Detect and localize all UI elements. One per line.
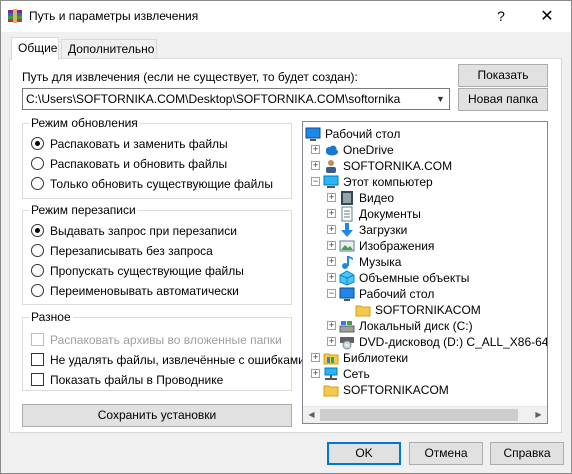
tree-node-label: Локальный диск (C:) bbox=[359, 319, 473, 333]
tree-node-label: SOFTORNIKACOM bbox=[375, 303, 481, 317]
user-icon bbox=[326, 160, 336, 173]
expand-icon[interactable]: + bbox=[311, 161, 320, 170]
radio-button[interactable] bbox=[31, 137, 44, 150]
documents-folder-icon bbox=[341, 206, 353, 222]
general-tab-panel: Путь для извлечения (если не существует,… bbox=[9, 58, 562, 433]
collapse-icon[interactable]: − bbox=[327, 289, 336, 298]
option-label: Показать файлы в Проводнике bbox=[50, 373, 224, 387]
option-label: Переименовывать автоматически bbox=[50, 284, 239, 298]
collapse-icon[interactable]: − bbox=[311, 177, 320, 186]
extraction-dialog: Путь и параметры извлечения ? ✕ Общие До… bbox=[0, 0, 572, 474]
scroll-left-icon[interactable]: ◀ bbox=[303, 407, 320, 423]
destination-path-label: Путь для извлечения (если не существует,… bbox=[22, 70, 358, 84]
winrar-app-icon bbox=[8, 9, 22, 23]
tree-node-label: DVD-дисковод (D:) C_ALL_X86-64FRI bbox=[359, 335, 548, 349]
misc-title: Разное bbox=[29, 310, 73, 324]
overwrite-mode-group: Режим перезаписи Выдавать запрос при пер… bbox=[22, 203, 292, 305]
folder-tree[interactable]: Рабочий стол + OneDrive + SOFTORNIKA.COM… bbox=[302, 121, 548, 424]
option-label: Перезаписывать без запроса bbox=[50, 244, 213, 258]
desktop-folder-icon bbox=[339, 287, 355, 301]
radio-button[interactable] bbox=[31, 284, 44, 297]
expand-icon[interactable]: + bbox=[327, 225, 336, 234]
expand-icon[interactable]: + bbox=[327, 337, 336, 346]
tree-node-label: Сеть bbox=[343, 367, 370, 381]
expand-icon[interactable]: + bbox=[327, 257, 336, 266]
overwrite-mode-title: Режим перезаписи bbox=[29, 203, 138, 217]
desktop-icon bbox=[305, 127, 321, 141]
expand-icon[interactable]: + bbox=[327, 241, 336, 250]
expand-icon[interactable]: + bbox=[311, 145, 320, 154]
update-mode-group: Режим обновления Распаковать и заменить … bbox=[22, 116, 292, 199]
tree-node-label: Библиотеки bbox=[343, 351, 409, 365]
tree-node-label: Объемные объекты bbox=[359, 271, 470, 285]
checkbox[interactable] bbox=[31, 373, 44, 386]
checkbox bbox=[31, 333, 44, 346]
tree-node-label: SOFTORNIKA.COM bbox=[343, 159, 453, 173]
expand-icon[interactable]: + bbox=[327, 273, 336, 282]
pictures-folder-icon bbox=[339, 240, 355, 252]
expand-icon[interactable]: + bbox=[311, 353, 320, 362]
chevron-down-icon[interactable]: ▼ bbox=[432, 89, 449, 109]
tree-node-label: Музыка bbox=[359, 255, 402, 269]
radio-button[interactable] bbox=[31, 264, 44, 277]
option-label: Только обновить существующие файлы bbox=[50, 177, 273, 191]
libraries-icon bbox=[323, 353, 339, 365]
destination-path-value[interactable]: C:\Users\SOFTORNIKA.COM\Desktop\SOFTORNI… bbox=[26, 92, 400, 106]
tree-node-label: Изображения bbox=[359, 239, 435, 253]
close-button[interactable]: ✕ bbox=[525, 1, 569, 32]
dvd-drive-icon bbox=[340, 337, 354, 350]
tab-advanced[interactable]: Дополнительно bbox=[61, 39, 157, 59]
computer-icon bbox=[323, 175, 339, 188]
network-icon bbox=[324, 367, 338, 380]
option-label: Распаковать и обновить файлы bbox=[50, 157, 228, 171]
window-title: Путь и параметры извлечения bbox=[29, 9, 199, 23]
3d-objects-folder-icon bbox=[339, 270, 355, 286]
misc-group: Разное Распаковать архивы во вложенные п… bbox=[22, 310, 305, 391]
tree-node-label: SOFTORNIKACOM bbox=[343, 383, 449, 397]
expand-icon[interactable]: + bbox=[327, 209, 336, 218]
expand-icon[interactable]: + bbox=[327, 193, 336, 202]
downloads-folder-icon bbox=[341, 223, 353, 237]
onedrive-icon bbox=[326, 145, 338, 156]
video-folder-icon bbox=[341, 191, 353, 205]
ok-button[interactable]: OK bbox=[327, 442, 401, 465]
title-bar: Путь и параметры извлечения ? ✕ bbox=[1, 1, 571, 32]
radio-button[interactable] bbox=[31, 224, 44, 237]
horizontal-scrollbar[interactable]: ◀ ▶ bbox=[303, 406, 547, 423]
help-title-button[interactable]: ? bbox=[479, 1, 523, 32]
tab-general[interactable]: Общие bbox=[11, 37, 59, 60]
tree-node-label: Этот компьютер bbox=[343, 175, 433, 189]
radio-button[interactable] bbox=[31, 177, 44, 190]
new-folder-button[interactable]: Новая папка bbox=[458, 88, 548, 111]
radio-button[interactable] bbox=[31, 157, 44, 170]
update-mode-title: Режим обновления bbox=[29, 116, 140, 130]
option-label: Распаковать архивы во вложенные папки bbox=[50, 333, 282, 347]
destination-path-combobox[interactable]: C:\Users\SOFTORNIKA.COM\Desktop\SOFTORNI… bbox=[22, 88, 450, 110]
scrollbar-thumb[interactable] bbox=[320, 409, 518, 421]
option-label: Пропускать существующие файлы bbox=[50, 264, 244, 278]
expand-icon[interactable]: + bbox=[327, 321, 336, 330]
tree-node-label: Загрузки bbox=[359, 223, 408, 237]
option-label: Распаковать и заменить файлы bbox=[50, 137, 228, 151]
tree-node-label: Документы bbox=[359, 207, 421, 221]
tree-node-label: Рабочий стол bbox=[359, 287, 435, 301]
save-settings-button[interactable]: Сохранить установки bbox=[22, 404, 292, 427]
option-label: Выдавать запрос при перезаписи bbox=[50, 224, 237, 238]
option-label: Не удалять файлы, извлечённые с ошибками bbox=[50, 353, 305, 367]
local-disk-icon bbox=[339, 321, 355, 333]
music-folder-icon bbox=[342, 256, 353, 269]
tree-node-label: Рабочий стол bbox=[325, 127, 401, 141]
tree-node-label: OneDrive bbox=[343, 143, 394, 157]
show-button[interactable]: Показать bbox=[458, 64, 548, 87]
help-button[interactable]: Справка bbox=[490, 442, 564, 465]
folder-icon bbox=[355, 305, 371, 317]
tree-node-label: Видео bbox=[359, 191, 395, 205]
scroll-right-icon[interactable]: ▶ bbox=[530, 407, 547, 423]
cancel-button[interactable]: Отмена bbox=[409, 442, 483, 465]
expand-icon[interactable]: + bbox=[311, 369, 320, 378]
checkbox[interactable] bbox=[31, 353, 44, 366]
radio-button[interactable] bbox=[31, 244, 44, 257]
folder-icon bbox=[323, 385, 339, 397]
